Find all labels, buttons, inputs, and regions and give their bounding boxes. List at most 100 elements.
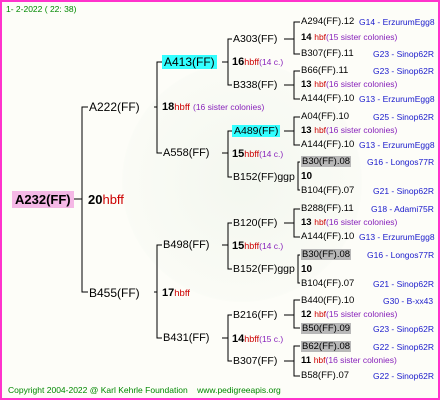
gen5-suffix-5: hbf — [314, 217, 327, 227]
gen4-queen-3[interactable]: A489(FF) — [232, 125, 281, 137]
gen5-queen-5a[interactable]: B288(FF).11 — [301, 204, 354, 214]
gen5-num-4: 10 — [301, 171, 313, 182]
gen5-source-1a: G14 - ErzurumEgg8 — [359, 17, 435, 27]
gen5-rating-7: 12 hbf(15 sister colonies) — [301, 310, 397, 320]
gen5-queen-3a[interactable]: A04(FF).10 — [301, 112, 349, 122]
gen5-num-6: 10 — [301, 264, 313, 275]
gen5-queen-6b[interactable]: B104(FF).07 — [301, 279, 354, 289]
gen5-source-2a: G23 - Sinop62R — [373, 66, 434, 76]
gen3-note-4: (15 c.) — [259, 334, 284, 344]
gen5-source-5a: G18 - Adami75R — [371, 204, 434, 214]
footer-copyright: Copyright 2004-2022 @ Karl Kehrle Founda… — [8, 385, 188, 395]
gen3-code-1: A413(FF) — [162, 55, 217, 69]
gen5-queen-2b[interactable]: A144(FF).10 — [301, 94, 354, 104]
gen4-queen-1[interactable]: A303(FF) — [233, 34, 277, 45]
gen5-queen-1a[interactable]: A294(FF).12 — [301, 17, 354, 27]
gen4-code-3: A489(FF) — [232, 125, 281, 137]
gen5-queen-2a[interactable]: B66(FF).11 — [301, 66, 348, 76]
gen5-queen-7a[interactable]: B440(FF).10 — [301, 296, 354, 306]
gen3-rating-1: 16hbff(14 c.) — [232, 57, 283, 68]
gen5-note-3: (16 sister colonies) — [326, 125, 398, 135]
gen5-note-5: (16 sister colonies) — [326, 217, 398, 227]
gen5-source-6a: G16 - Longos77R — [367, 250, 435, 260]
timestamp-header: 1- 2-2022 ( 22: 38) — [6, 4, 77, 14]
root-num: 20 — [88, 192, 103, 207]
gen3-num-3: 15 — [232, 240, 245, 252]
gen5-source-7b: G23 - Sinop62R — [373, 324, 434, 334]
footer: Copyright 2004-2022 @ Karl Kehrle Founda… — [8, 386, 281, 395]
root-code: A232(FF) — [12, 191, 74, 208]
gen4-queen-2[interactable]: B338(FF) — [233, 80, 277, 91]
gen5-code-6a: B30(FF).08 — [301, 249, 352, 260]
gen3-queen-1[interactable]: A413(FF) — [162, 55, 217, 69]
gen5-queen-8a[interactable]: B62(FF).08 — [301, 341, 352, 352]
gen5-code-4a: B30(FF).08 — [301, 156, 352, 167]
gen2-num-2: 17 — [162, 287, 175, 299]
gen3-rating-4: 14hbff(15 c.) — [232, 334, 283, 345]
gen5-rating-3: 13 hbf(16 sister colonies) — [301, 126, 397, 136]
root-queen[interactable]: A232(FF) — [12, 191, 74, 208]
gen5-num-5: 13 — [301, 217, 312, 228]
gen5-suffix-3: hbf — [314, 125, 327, 135]
gen5-num-1: 14 — [301, 32, 312, 43]
root-rating: 20hbff — [88, 193, 124, 206]
gen3-rating-3: 15hbff(14 c.) — [232, 241, 283, 252]
gen5-code-7b: B50(FF).09 — [301, 323, 352, 334]
gen5-rating-8: 11 hbf(16 sister colonies) — [301, 356, 397, 366]
gen3-queen-4[interactable]: B431(FF) — [163, 333, 209, 344]
gen3-suffix-2: hbff — [244, 149, 260, 159]
gen3-note-3: (14 c.) — [259, 241, 284, 251]
gen5-num-2: 13 — [301, 79, 312, 90]
gen2-num-1: 18 — [162, 101, 175, 113]
footer-website-link[interactable]: www.pedigreeapis.org — [197, 385, 281, 395]
root-suffix: hbff — [102, 192, 124, 207]
gen5-source-3a: G25 - Sinop62R — [373, 112, 434, 122]
gen5-queen-1b[interactable]: B307(FF).11 — [301, 49, 354, 59]
gen3-suffix-1: hbff — [244, 57, 260, 67]
gen5-num-8: 11 — [301, 355, 312, 366]
gen5-queen-8b[interactable]: B58(FF).07 — [301, 371, 349, 381]
gen3-num-4: 14 — [232, 333, 245, 345]
gen5-source-7a: G30 - B-xx43 — [383, 296, 434, 306]
gen5-num-3: 13 — [301, 125, 312, 136]
gen5-code-8a: B62(FF).08 — [301, 341, 352, 352]
gen5-queen-5b[interactable]: A144(FF).10 — [301, 232, 354, 242]
gen5-rating-1: 14 hbf(15 sister colonies) — [301, 33, 397, 43]
gen5-suffix-1: hbf — [314, 32, 327, 42]
gen5-source-5b: G13 - ErzurumEgg8 — [359, 232, 435, 242]
gen2-queen-2[interactable]: B455(FF) — [89, 287, 140, 299]
gen5-note-1: (15 sister colonies) — [326, 32, 398, 42]
gen5-queen-6a[interactable]: B30(FF).08 — [301, 249, 352, 260]
gen2-suffix-2: hbff — [174, 288, 190, 299]
gen3-queen-2[interactable]: A558(FF) — [163, 148, 209, 159]
gen4-queen-6[interactable]: B152(FF)ggp — [233, 264, 295, 275]
gen5-rating-6: 10 — [301, 265, 312, 275]
gen5-source-4b: G21 - Sinop62R — [373, 186, 434, 196]
gen4-queen-8[interactable]: B307(FF) — [233, 356, 277, 367]
gen5-rating-5: 13 hbf(16 sister colonies) — [301, 218, 397, 228]
gen3-num-1: 16 — [232, 56, 245, 68]
gen4-queen-7[interactable]: B216(FF) — [233, 310, 277, 321]
pedigree-frame: { "header": {"text": "1- 2-2022 ( 22: 38… — [0, 0, 440, 400]
gen5-queen-3b[interactable]: A144(FF).10 — [301, 140, 354, 150]
gen3-queen-3[interactable]: B498(FF) — [163, 240, 209, 251]
gen4-queen-4[interactable]: B152(FF)ggp — [233, 172, 295, 183]
gen4-queen-5[interactable]: B120(FF) — [233, 218, 277, 229]
gen5-source-3b: G13 - ErzurumEgg8 — [359, 140, 435, 150]
gen5-num-7: 12 — [301, 309, 312, 320]
gen5-queen-7b[interactable]: B50(FF).09 — [301, 323, 352, 334]
gen5-suffix-7: hbf — [314, 309, 327, 319]
gen5-source-6b: G21 - Sinop62R — [373, 279, 434, 289]
gen2-queen-1[interactable]: A222(FF) — [89, 101, 140, 113]
gen2-suffix-1: hbff — [174, 102, 190, 113]
gen5-source-8b: G22 - Sinop62R — [373, 371, 434, 381]
gen2-note-1: (16 sister colonies) — [193, 102, 265, 112]
gen5-note-8: (16 sister colonies) — [325, 355, 397, 365]
gen5-queen-4a[interactable]: B30(FF).08 — [301, 156, 352, 167]
gen5-suffix-8: hbf — [313, 355, 326, 365]
gen5-source-8a: G22 - Sinop62R — [373, 342, 434, 352]
gen3-note-1: (14 c.) — [259, 57, 284, 67]
gen3-rating-2: 15hbff(14 c.) — [232, 149, 283, 160]
gen5-queen-4b[interactable]: B104(FF).07 — [301, 186, 354, 196]
gen5-note-7: (15 sister colonies) — [326, 309, 398, 319]
